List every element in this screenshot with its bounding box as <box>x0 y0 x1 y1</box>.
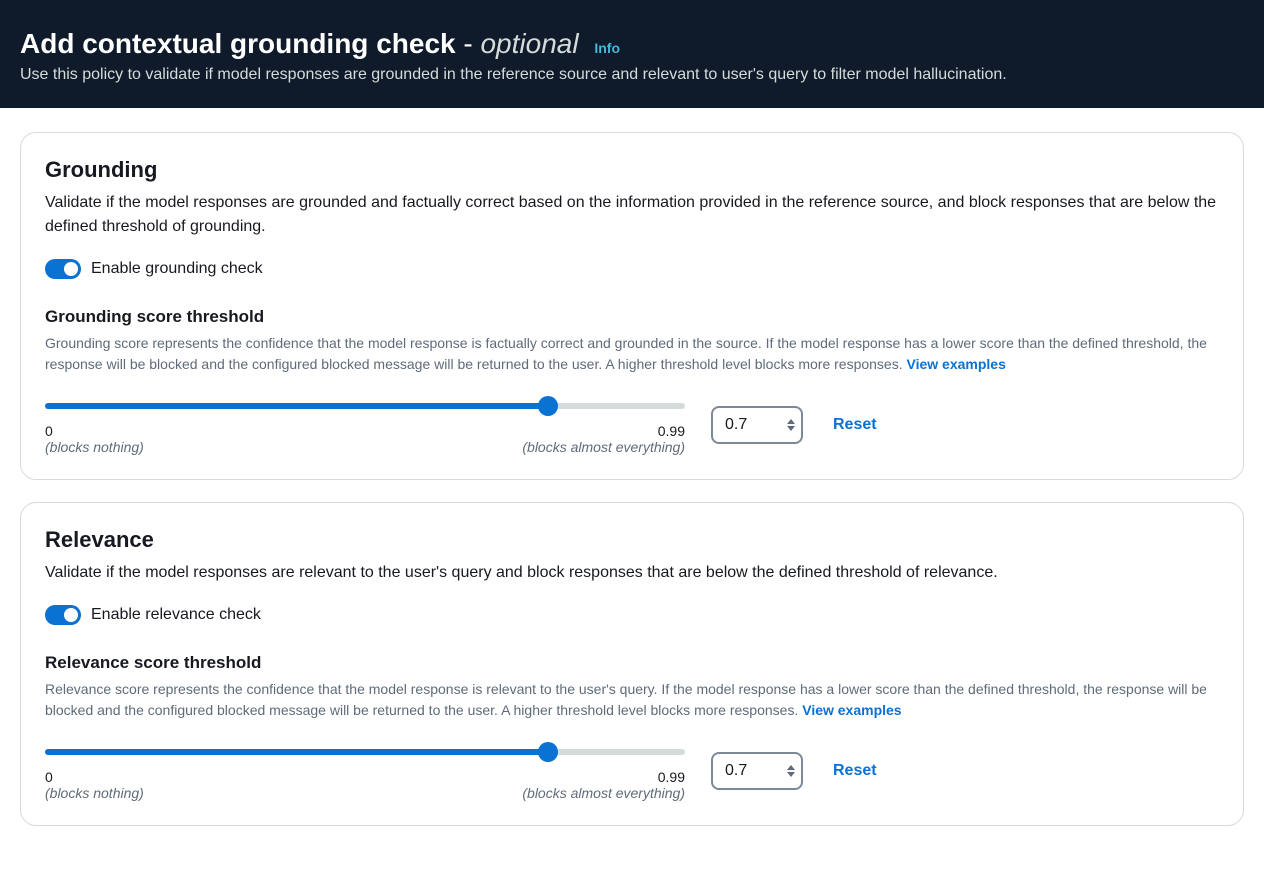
grounding-threshold-desc-text: Grounding score represents the confidenc… <box>45 335 1207 372</box>
chevron-up-icon[interactable] <box>787 419 795 424</box>
relevance-slider-labels: 0 (blocks nothing) 0.99 (blocks almost e… <box>45 769 685 801</box>
relevance-slider-max-val: 0.99 <box>522 769 685 785</box>
page-header: Add contextual grounding check - optiona… <box>0 0 1264 108</box>
grounding-slider-max-hint: (blocks almost everything) <box>522 439 685 455</box>
relevance-reset-button[interactable]: Reset <box>829 754 881 788</box>
relevance-stepper <box>711 752 803 790</box>
content-area: Grounding Validate if the model response… <box>0 108 1264 872</box>
relevance-threshold-heading: Relevance score threshold <box>45 653 1219 673</box>
relevance-slider-max: 0.99 (blocks almost everything) <box>522 769 685 801</box>
grounding-slider-labels: 0 (blocks nothing) 0.99 (blocks almost e… <box>45 423 685 455</box>
page-title: Add contextual grounding check - optiona… <box>20 28 586 59</box>
relevance-slider-min: 0 (blocks nothing) <box>45 769 144 801</box>
relevance-slider[interactable] <box>45 741 685 761</box>
grounding-title: Grounding <box>45 157 1219 183</box>
chevron-down-icon[interactable] <box>787 772 795 777</box>
page-title-optional: optional <box>480 28 578 59</box>
grounding-slider-min-hint: (blocks nothing) <box>45 439 144 455</box>
grounding-slider-min: 0 (blocks nothing) <box>45 423 144 455</box>
relevance-slider-fill <box>45 749 548 755</box>
relevance-slider-max-hint: (blocks almost everything) <box>522 785 685 801</box>
grounding-slider-block: 0 (blocks nothing) 0.99 (blocks almost e… <box>45 395 685 455</box>
page-subtitle: Use this policy to validate if model res… <box>20 66 1244 84</box>
grounding-toggle[interactable] <box>45 259 81 279</box>
grounding-toggle-row: Enable grounding check <box>45 259 1219 279</box>
relevance-threshold-desc: Relevance score represents the confidenc… <box>45 679 1219 721</box>
grounding-slider-thumb[interactable] <box>538 396 558 416</box>
relevance-toggle-row: Enable relevance check <box>45 605 1219 625</box>
page-title-main: Add contextual grounding check <box>20 28 456 59</box>
grounding-slider-max: 0.99 (blocks almost everything) <box>522 423 685 455</box>
grounding-toggle-label: Enable grounding check <box>91 260 263 278</box>
chevron-up-icon[interactable] <box>787 765 795 770</box>
relevance-slider-min-val: 0 <box>45 769 144 785</box>
grounding-slider-max-val: 0.99 <box>522 423 685 439</box>
relevance-slider-thumb[interactable] <box>538 742 558 762</box>
info-link[interactable]: Info <box>594 40 620 56</box>
relevance-toggle[interactable] <box>45 605 81 625</box>
relevance-title: Relevance <box>45 527 1219 553</box>
grounding-threshold-heading: Grounding score threshold <box>45 307 1219 327</box>
relevance-threshold-desc-text: Relevance score represents the confidenc… <box>45 681 1207 718</box>
page-title-dash: - <box>456 28 481 59</box>
relevance-description: Validate if the model responses are rele… <box>45 561 1219 585</box>
relevance-card: Relevance Validate if the model response… <box>20 502 1244 826</box>
grounding-slider-fill <box>45 403 548 409</box>
relevance-slider-block: 0 (blocks nothing) 0.99 (blocks almost e… <box>45 741 685 801</box>
grounding-stepper-arrows <box>787 419 795 431</box>
grounding-slider[interactable] <box>45 395 685 415</box>
grounding-stepper <box>711 406 803 444</box>
relevance-slider-min-hint: (blocks nothing) <box>45 785 144 801</box>
grounding-card: Grounding Validate if the model response… <box>20 132 1244 480</box>
grounding-view-examples-link[interactable]: View examples <box>907 356 1006 372</box>
relevance-view-examples-link[interactable]: View examples <box>802 702 901 718</box>
relevance-toggle-label: Enable relevance check <box>91 606 261 624</box>
relevance-slider-row: 0 (blocks nothing) 0.99 (blocks almost e… <box>45 741 1219 801</box>
grounding-reset-button[interactable]: Reset <box>829 408 881 442</box>
chevron-down-icon[interactable] <box>787 426 795 431</box>
relevance-stepper-arrows <box>787 765 795 777</box>
grounding-description: Validate if the model responses are grou… <box>45 191 1219 239</box>
grounding-slider-min-val: 0 <box>45 423 144 439</box>
grounding-threshold-desc: Grounding score represents the confidenc… <box>45 333 1219 375</box>
grounding-slider-row: 0 (blocks nothing) 0.99 (blocks almost e… <box>45 395 1219 455</box>
